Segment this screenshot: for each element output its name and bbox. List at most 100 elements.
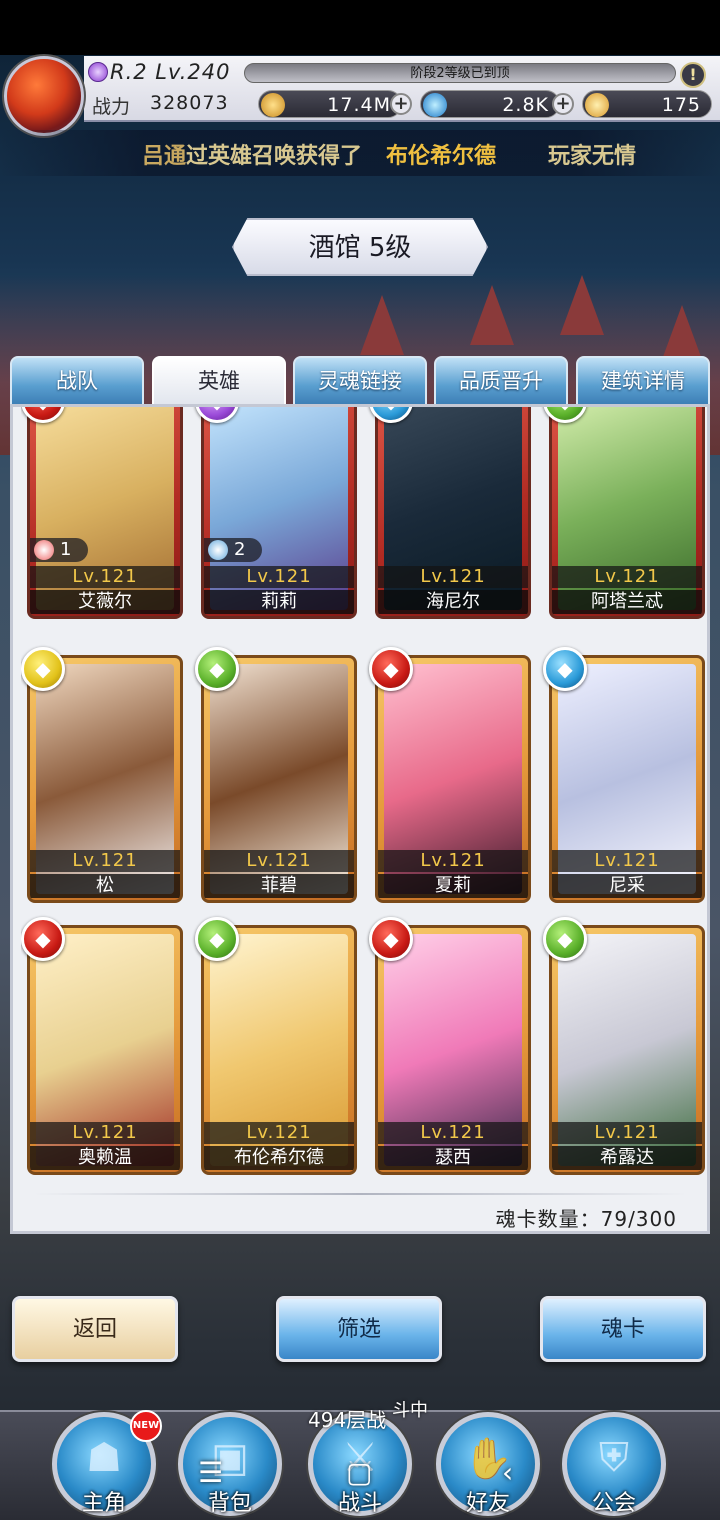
hero-card[interactable]: Lv.121 夏莉 [375,655,531,903]
hero-level: Lv.121 [552,566,702,588]
gem-value: 2.8K [502,94,549,116]
hero-name: 海尼尔 [378,590,528,614]
add-gem-button[interactable]: + [552,93,574,115]
gold-resource: 17.4M [258,90,402,118]
marquee-text: 过英雄召唤获得了 [186,144,363,169]
hero-name: 松 [30,874,180,898]
filter-button[interactable]: 筛选 [276,1296,442,1362]
battle-status-text: 斗中 [392,1400,428,1421]
hero-class-icon: ◆ [543,917,587,961]
power-label: 战力 [92,96,131,118]
hero-level: Lv.121 [378,1122,528,1144]
hero-class-icon: ◆ [195,647,239,691]
hero-class-icon: ◆ [21,647,65,691]
hero-name: 奥赖温 [30,1146,180,1170]
hero-class-icon: ◆ [369,917,413,961]
soul-level: 1 [60,539,72,560]
gold-ticket-icon [585,93,609,117]
tab-heroes[interactable]: 英雄 [152,356,286,406]
hero-list-panel: 1Lv.121艾薇尔◆2Lv.121莉莉◆Lv.121海尼尔◆Lv.121阿塔兰… [10,404,710,1234]
nav-guild-label: 公会 [591,1491,636,1516]
hero-helmet-icon: ☗ [86,1435,122,1481]
add-gold-button[interactable]: + [390,93,412,115]
marquee-prefix: 吕通 [142,144,187,169]
system-menu-icon[interactable]: ☰ [198,1456,223,1489]
hero-card[interactable]: Lv.121 海尼尔 [375,407,531,619]
nav-backpack-label: 背包 [207,1491,252,1516]
hero-name: 布伦希尔德 [204,1146,354,1170]
hero-name: 莉莉 [204,590,354,614]
hero-level: Lv.121 [30,1122,180,1144]
rank-icon [88,62,108,82]
hero-card[interactable]: Lv.121 尼采 [549,655,705,903]
tab-team[interactable]: 战队 [10,356,144,406]
tavern-title: 酒馆 5级 [308,233,412,263]
nav-backpack[interactable]: ▣ 背包 [178,1412,282,1516]
marquee-hero: 布伦希尔德 [386,144,497,169]
hero-level: Lv.121 [552,850,702,872]
floor-progress-text: 494层战 [308,1408,387,1432]
soul-card-count: 魂卡数量：79/300 [495,1207,677,1231]
blue-gem-icon [423,93,447,117]
hero-card[interactable]: Lv.121 瑟西 [375,925,531,1175]
new-badge: NEW [130,1410,162,1442]
hero-grid[interactable]: 1Lv.121艾薇尔◆2Lv.121莉莉◆Lv.121海尼尔◆Lv.121阿塔兰… [21,407,705,1189]
guild-crest-icon: ⛨ [599,1435,629,1481]
hero-name: 夏莉 [378,874,528,898]
tab-building-details[interactable]: 建筑详情 [576,356,710,406]
hero-card[interactable]: Lv.121 奥赖温 [27,925,183,1175]
marquee-text-2: 玩家无情 [548,144,637,169]
soul-card-button[interactable]: 魂卡 [540,1296,706,1362]
system-back-icon[interactable]: ‹ [502,1456,513,1489]
soul-icon [34,540,54,560]
hero-name: 阿塔兰忒 [552,590,702,614]
gold-value: 17.4M [327,94,391,116]
ticket-resource: 175 [582,90,712,118]
nav-guild[interactable]: ⛨ 公会 [562,1412,666,1516]
player-rank: R.2 Lv.240 [110,60,231,84]
hero-name: 艾薇尔 [30,590,180,614]
soul-level: 2 [234,539,246,560]
hero-class-icon: ◆ [195,917,239,961]
hero-class-icon: ◆ [543,647,587,691]
hero-class-icon: ◆ [21,917,65,961]
player-avatar[interactable] [4,56,84,136]
soul-icon [208,540,228,560]
tab-bar: 战队 英雄 灵魂链接 品质晋升 建筑详情 [10,356,710,406]
castle-roof [560,275,604,335]
tab-quality-upgrade[interactable]: 品质晋升 [434,356,568,406]
tab-soul-link[interactable]: 灵魂链接 [293,356,427,406]
soul-level-tag: 1 [30,538,88,562]
hero-level: Lv.121 [204,850,354,872]
ticket-value: 175 [661,94,701,116]
hero-card[interactable]: Lv.121 阿塔兰忒 [549,407,705,619]
hero-level: Lv.121 [204,566,354,588]
hero-card[interactable]: Lv.121 希露达 [549,925,705,1175]
nav-hero-label: 主角 [81,1491,126,1516]
hero-card[interactable]: 1 Lv.121 艾薇尔 [27,407,183,619]
hero-level: Lv.121 [378,566,528,588]
hero-card[interactable]: Lv.121 布伦希尔德 [201,925,357,1175]
castle-roof [470,285,514,345]
nav-friends-label: 好友 [465,1491,510,1516]
tavern-title-plate: 酒馆 5级 [232,218,488,276]
nav-battle-label: 战斗 [337,1491,382,1516]
hero-name: 尼采 [552,874,702,898]
handshake-icon: ✋ [463,1436,513,1482]
hero-level: Lv.121 [30,850,180,872]
hero-card[interactable]: Lv.121 菲碧 [201,655,357,903]
back-button[interactable]: 返回 [12,1296,178,1362]
announcement-marquee: 吕通 过英雄召唤获得了 布伦希尔德 玩家无情 [0,130,720,176]
hero-card[interactable]: Lv.121 松 [27,655,183,903]
hero-card[interactable]: 2 Lv.121 莉莉 [201,407,357,619]
alert-icon[interactable]: ! [680,62,706,88]
stage-notice: 阶段2等级已到顶 [410,66,510,81]
nav-friends[interactable]: ✋ 好友 [436,1412,540,1516]
hero-name: 瑟西 [378,1146,528,1170]
stage-progress-bar: 阶段2等级已到顶 [244,63,676,83]
hero-level: Lv.121 [30,566,180,588]
system-home-icon[interactable]: ▢ [346,1456,372,1489]
hero-level: Lv.121 [378,850,528,872]
hero-name: 菲碧 [204,874,354,898]
hero-name: 希露达 [552,1146,702,1170]
